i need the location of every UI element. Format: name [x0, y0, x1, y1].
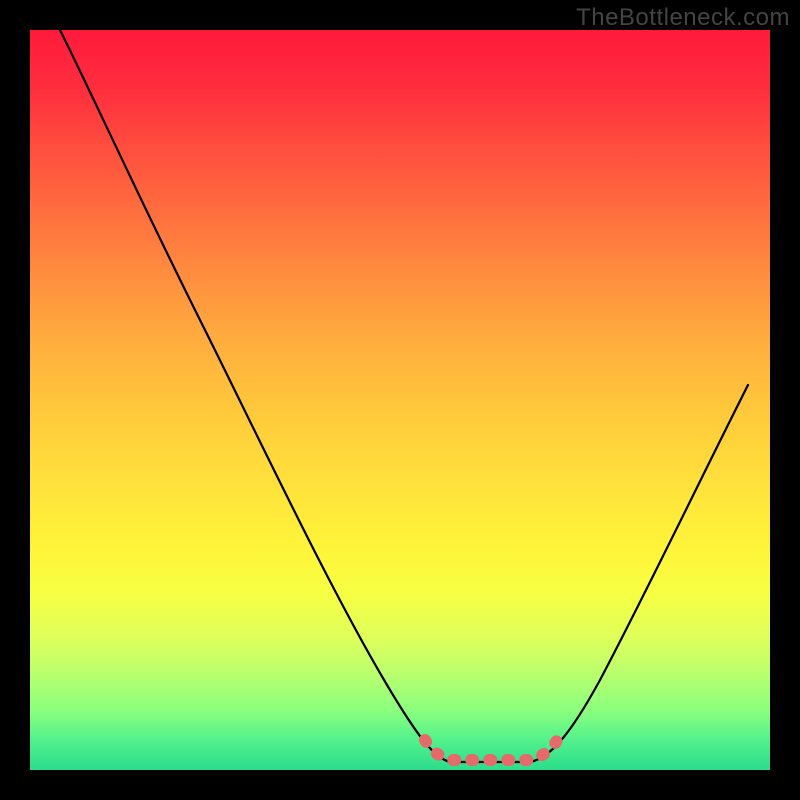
chart-container: TheBottleneck.com [0, 0, 800, 800]
curve-overlay [30, 30, 770, 770]
plot-area [30, 30, 770, 770]
watermark-text: TheBottleneck.com [576, 4, 790, 32]
bottom-marker-path [425, 736, 560, 760]
bottleneck-curve-path [60, 30, 748, 762]
